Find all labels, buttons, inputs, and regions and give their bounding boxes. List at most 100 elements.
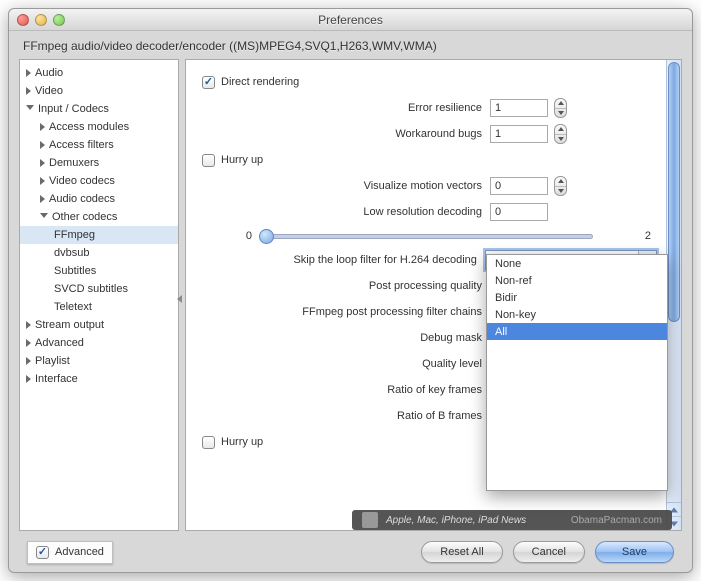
- sidebar-item-access-modules[interactable]: Access modules: [20, 118, 178, 136]
- hurry-up-checkbox-2[interactable]: [202, 436, 215, 449]
- sidebar-item-label: Demuxers: [49, 157, 99, 169]
- ratio-key-frames-label: Ratio of key frames: [202, 384, 490, 396]
- low-res-decoding-label: Low resolution decoding: [202, 206, 490, 218]
- post-processing-quality-label: Post processing quality: [202, 280, 490, 292]
- hurry-up-label-2: Hurry up: [221, 436, 263, 448]
- advanced-checkbox[interactable]: [36, 546, 49, 559]
- skip-loop-dropdown[interactable]: NoneNon-refBidirNon-keyAll: [486, 254, 668, 491]
- workaround-bugs-field[interactable]: 1: [490, 125, 548, 143]
- sidebar-item-stream-output[interactable]: Stream output: [20, 316, 178, 334]
- debug-mask-label: Debug mask: [202, 332, 490, 344]
- sidebar-item-playlist[interactable]: Playlist: [20, 352, 178, 370]
- chevron-right-icon: [40, 123, 45, 131]
- workaround-bugs-stepper[interactable]: [554, 124, 567, 144]
- chevron-right-icon: [40, 159, 45, 167]
- advanced-label: Advanced: [55, 546, 104, 558]
- sidebar-item-label: Other codecs: [52, 211, 117, 223]
- advanced-toggle[interactable]: Advanced: [27, 541, 113, 564]
- ffmpeg-pp-chains-label: FFmpeg post processing filter chains: [202, 306, 490, 318]
- sidebar-item-input-codecs[interactable]: Input / Codecs: [20, 100, 178, 118]
- dropdown-option-bidir[interactable]: Bidir: [487, 289, 667, 306]
- sidebar-item-label: Audio: [35, 67, 63, 79]
- error-resilience-field[interactable]: 1: [490, 99, 548, 117]
- titlebar: Preferences: [9, 9, 692, 31]
- slider-knob[interactable]: [259, 229, 274, 244]
- reset-all-button[interactable]: Reset All: [421, 541, 502, 563]
- direct-rendering-label: Direct rendering: [221, 76, 299, 88]
- chevron-down-icon: [26, 105, 34, 114]
- error-resilience-stepper[interactable]: [554, 98, 567, 118]
- chevron-right-icon: [26, 87, 31, 95]
- skip-loop-label: Skip the loop filter for H.264 decoding: [202, 254, 485, 266]
- visualize-motion-label: Visualize motion vectors: [202, 180, 490, 192]
- sidebar-item-label: SVCD subtitles: [54, 283, 128, 295]
- dropdown-option-non-ref[interactable]: Non-ref: [487, 272, 667, 289]
- banner-text: Apple, Mac, iPhone, iPad News: [386, 515, 526, 526]
- dropdown-option-non-key[interactable]: Non-key: [487, 306, 667, 323]
- sidebar-item-access-filters[interactable]: Access filters: [20, 136, 178, 154]
- sidebar-item-label: Stream output: [35, 319, 104, 331]
- ratio-b-frames-label: Ratio of B frames: [202, 410, 490, 422]
- window-title: Preferences: [9, 13, 692, 27]
- cancel-button[interactable]: Cancel: [513, 541, 585, 563]
- sidebar-item-audio[interactable]: Audio: [20, 64, 178, 82]
- sidebar-item-svcd-subtitles[interactable]: SVCD subtitles: [20, 280, 178, 298]
- watermark-banner: Apple, Mac, iPhone, iPad News ObamaPacma…: [352, 510, 672, 530]
- dropdown-option-none[interactable]: None: [487, 255, 667, 272]
- workaround-bugs-label: Workaround bugs: [202, 128, 490, 140]
- sidebar-item-label: Playlist: [35, 355, 70, 367]
- sidebar-item-subtitles[interactable]: Subtitles: [20, 262, 178, 280]
- sidebar-item-dvbsub[interactable]: dvbsub: [20, 244, 178, 262]
- sidebar-item-label: Teletext: [54, 301, 92, 313]
- sidebar-item-label: FFmpeg: [54, 229, 95, 241]
- sidebar-item-other-codecs[interactable]: Other codecs: [20, 208, 178, 226]
- quality-level-label: Quality level: [202, 358, 490, 370]
- sidebar-item-video[interactable]: Video: [20, 82, 178, 100]
- vertical-scrollbar[interactable]: [666, 60, 681, 530]
- sidebar-item-audio-codecs[interactable]: Audio codecs: [20, 190, 178, 208]
- sidebar-item-label: Audio codecs: [49, 193, 115, 205]
- category-sidebar: Audio Video Input / Codecs Access modules Ac…: [19, 59, 179, 531]
- hurry-up-checkbox[interactable]: [202, 154, 215, 167]
- sidebar-item-label: Advanced: [35, 337, 84, 349]
- sidebar-item-demuxers[interactable]: Demuxers: [20, 154, 178, 172]
- sidebar-item-label: Video codecs: [49, 175, 115, 187]
- scrollbar-thumb[interactable]: [668, 62, 680, 322]
- visualize-motion-field[interactable]: 0: [490, 177, 548, 195]
- sidebar-item-ffmpeg[interactable]: FFmpeg: [20, 226, 178, 244]
- sidebar-item-teletext[interactable]: Teletext: [20, 298, 178, 316]
- sidebar-item-label: Access filters: [49, 139, 114, 151]
- sidebar-item-advanced[interactable]: Advanced: [20, 334, 178, 352]
- settings-panel: Direct rendering Error resilience 1 Work…: [185, 59, 682, 531]
- preferences-window: Preferences FFmpeg audio/video decoder/e…: [8, 8, 693, 573]
- sidebar-item-label: Input / Codecs: [38, 103, 109, 115]
- sidebar-item-interface[interactable]: Interface: [20, 370, 178, 388]
- sidebar-item-video-codecs[interactable]: Video codecs: [20, 172, 178, 190]
- hurry-up-row: Hurry up: [196, 148, 657, 172]
- dropdown-option-all[interactable]: All: [487, 323, 667, 340]
- sidebar-item-label: Video: [35, 85, 63, 97]
- sidebar-item-label: Interface: [35, 373, 78, 385]
- save-button[interactable]: Save: [595, 541, 674, 563]
- visualize-motion-stepper[interactable]: [554, 176, 567, 196]
- direct-rendering-checkbox[interactable]: [202, 76, 215, 89]
- error-resilience-label: Error resilience: [202, 102, 490, 114]
- footer-bar: Advanced Reset All Cancel Save: [9, 532, 692, 572]
- slider-max-label: 2: [601, 230, 651, 242]
- chevron-down-icon: [40, 213, 48, 222]
- hurry-up-label: Hurry up: [221, 154, 263, 166]
- sidebar-item-label: Subtitles: [54, 265, 96, 277]
- slider-row: 0 2: [196, 226, 657, 248]
- slider-track[interactable]: [260, 234, 593, 239]
- low-res-decoding-field[interactable]: 0: [490, 203, 548, 221]
- module-subtitle: FFmpeg audio/video decoder/encoder ((MS)…: [9, 31, 692, 59]
- chevron-right-icon: [40, 141, 45, 149]
- chevron-right-icon: [26, 321, 31, 329]
- chevron-right-icon: [40, 195, 45, 203]
- chevron-right-icon: [26, 357, 31, 365]
- slider-min-label: 0: [202, 230, 252, 242]
- direct-rendering-row: Direct rendering: [196, 70, 657, 94]
- apple-icon: [362, 512, 378, 528]
- sidebar-item-label: Access modules: [49, 121, 129, 133]
- chevron-right-icon: [26, 339, 31, 347]
